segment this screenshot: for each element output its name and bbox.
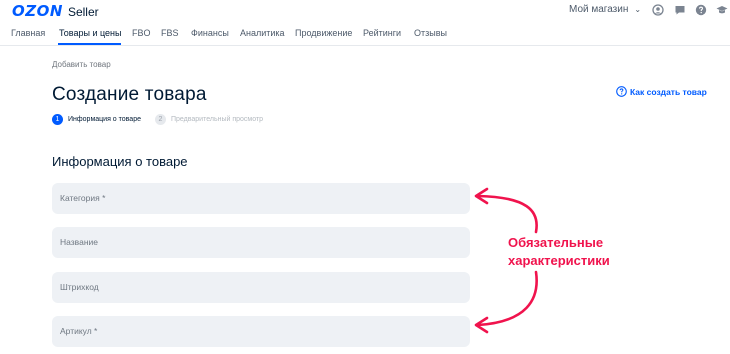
nav-item-analytics[interactable]: Аналитика xyxy=(240,28,285,38)
question-circle-icon xyxy=(616,86,627,97)
help-icon[interactable] xyxy=(695,4,707,16)
nav-item-ratings[interactable]: Рейтинги xyxy=(363,28,401,38)
breadcrumb[interactable]: Добавить товар xyxy=(52,60,111,69)
step-2-label[interactable]: Предварительный просмотр xyxy=(171,116,263,123)
logo-brand: OZON xyxy=(12,2,63,20)
stepper: 1 Информация о товаре 2 Предварительный … xyxy=(52,114,277,125)
graduation-icon[interactable] xyxy=(716,4,728,16)
nav-item-home[interactable]: Главная xyxy=(11,28,45,38)
step-1-label[interactable]: Информация о товаре xyxy=(68,116,141,123)
arrowhead-bottom xyxy=(474,316,489,334)
article-field-placeholder: Артикул * xyxy=(60,326,98,336)
how-to-create-link[interactable]: Как создать товар xyxy=(616,86,707,97)
arrow-to-category-field xyxy=(476,194,538,234)
category-field-placeholder: Категория * xyxy=(60,193,106,203)
logo-product: Seller xyxy=(67,5,99,19)
how-to-create-label: Как создать товар xyxy=(630,86,707,97)
nav-item-products[interactable]: Товары и цены xyxy=(59,28,122,38)
shop-selector-label: Мой магазин xyxy=(569,4,629,15)
section-title: Информация о товаре xyxy=(52,154,188,169)
active-tab-indicator xyxy=(58,43,121,45)
chevron-down-icon: ⌄ xyxy=(634,5,642,14)
step-2-badge[interactable]: 2 xyxy=(154,114,166,125)
main-nav: Главная Товары и цены FBO FBS Финансы Ан… xyxy=(0,26,730,46)
arrow-to-article-field xyxy=(476,270,538,327)
article-field[interactable]: Артикул * xyxy=(52,316,470,347)
arrowhead-top xyxy=(474,187,489,205)
page-title: Создание товара xyxy=(52,84,207,105)
annotation-line-1: Обязательные xyxy=(508,235,604,250)
annotation-line-2: характеристики xyxy=(508,253,610,268)
nav-item-fbo[interactable]: FBO xyxy=(132,28,151,38)
shop-selector[interactable]: Мой магазин ⌄ xyxy=(569,4,641,15)
barcode-field-placeholder: Штрихкод xyxy=(60,282,99,292)
name-field-placeholder: Название xyxy=(60,237,98,247)
account-icon[interactable] xyxy=(652,4,664,16)
step-1-badge[interactable]: 1 xyxy=(52,114,63,125)
nav-item-finance[interactable]: Финансы xyxy=(191,28,229,38)
ozon-seller-logo[interactable]: OZON Seller xyxy=(12,2,99,20)
chat-icon[interactable] xyxy=(674,4,686,16)
nav-item-promotion[interactable]: Продвижение xyxy=(295,28,352,38)
nav-item-fbs[interactable]: FBS xyxy=(161,28,179,38)
required-characteristics-annotation: Обязательные характеристики xyxy=(508,234,610,270)
category-field[interactable]: Категория * xyxy=(52,183,470,214)
top-bar: OZON Seller Мой магазин ⌄ xyxy=(0,0,730,22)
barcode-field[interactable]: Штрихкод xyxy=(52,272,470,303)
name-field[interactable]: Название xyxy=(52,227,470,258)
nav-item-reviews[interactable]: Отзывы xyxy=(414,28,447,38)
